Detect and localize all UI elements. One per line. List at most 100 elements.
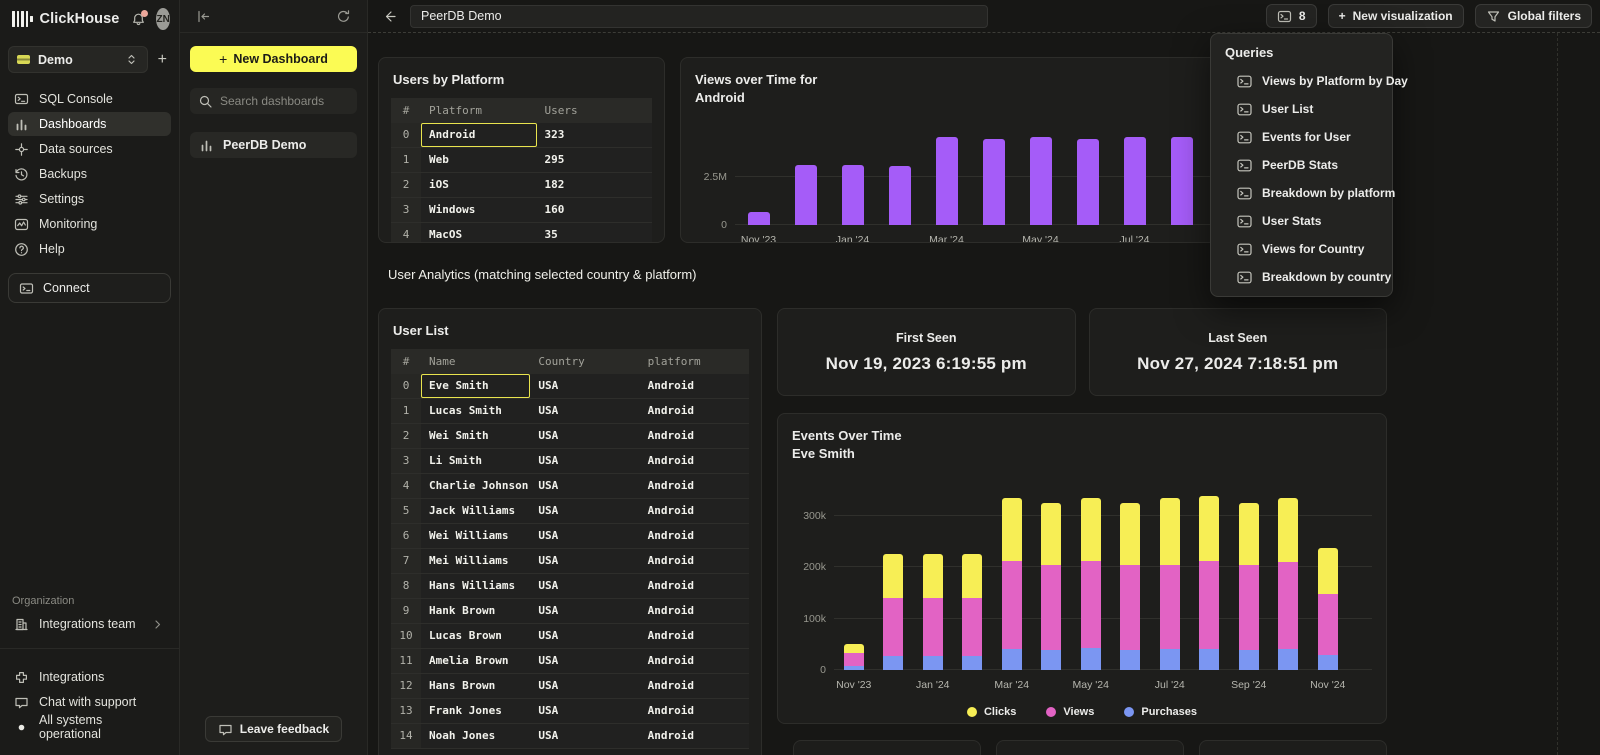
- table-cell[interactable]: Android: [640, 673, 749, 698]
- table-cell[interactable]: USA: [530, 623, 639, 648]
- clickhouse-logo[interactable]: ClickHouse: [12, 11, 119, 27]
- refresh-icon[interactable]: [334, 7, 353, 26]
- sidebar-item-data-sources[interactable]: Data sources: [8, 137, 171, 161]
- table-cell[interactable]: 1: [391, 147, 421, 172]
- queries-count-button[interactable]: 8: [1266, 4, 1317, 28]
- bar-Nov24[interactable]: [1318, 548, 1338, 670]
- leave-feedback-button[interactable]: Leave feedback: [205, 716, 342, 742]
- table-cell[interactable]: 9: [391, 598, 421, 623]
- query-item[interactable]: User Stats: [1211, 207, 1392, 235]
- bar-Nov23[interactable]: [748, 212, 770, 225]
- bar-May24[interactable]: [1030, 137, 1052, 225]
- table-cell[interactable]: 10: [391, 623, 421, 648]
- table-cell[interactable]: USA: [530, 473, 639, 498]
- table-cell[interactable]: 3: [391, 197, 421, 222]
- table-cell[interactable]: 323: [537, 123, 653, 148]
- table-cell[interactable]: 0: [391, 374, 421, 399]
- sidebar-item-backups[interactable]: Backups: [8, 162, 171, 186]
- table-cell[interactable]: Android: [640, 398, 749, 423]
- bar-Jun24[interactable]: [1120, 503, 1140, 670]
- bar-Mar24[interactable]: [936, 137, 958, 225]
- table-cell[interactable]: Lucas Smith: [421, 398, 530, 423]
- sidebar-item-sql-console[interactable]: SQL Console: [8, 87, 171, 111]
- table-cell[interactable]: USA: [530, 523, 639, 548]
- table-cell[interactable]: Android: [640, 573, 749, 598]
- table-cell[interactable]: Eve Smith: [421, 374, 530, 399]
- query-item[interactable]: Views for Country: [1211, 235, 1392, 263]
- legend-item-views[interactable]: Views: [1046, 706, 1094, 718]
- table-cell[interactable]: USA: [530, 398, 639, 423]
- user-avatar[interactable]: ZN: [156, 8, 169, 30]
- table-cell[interactable]: Lucas Brown: [421, 623, 530, 648]
- sidebar-footer-item-integrations[interactable]: Integrations: [8, 665, 171, 689]
- bar-Jan24[interactable]: [842, 165, 864, 225]
- query-item[interactable]: Breakdown by country: [1211, 263, 1392, 291]
- table-cell[interactable]: 13: [391, 698, 421, 723]
- table-cell[interactable]: Android: [640, 523, 749, 548]
- query-item[interactable]: Views by Platform by Day: [1211, 67, 1392, 95]
- new-dashboard-button[interactable]: + New Dashboard: [190, 46, 357, 72]
- bar-Mar24[interactable]: [1002, 498, 1022, 670]
- connect-button[interactable]: Connect: [8, 273, 171, 303]
- table-cell[interactable]: USA: [530, 423, 639, 448]
- table-cell[interactable]: USA: [530, 448, 639, 473]
- table-cell[interactable]: 8: [391, 573, 421, 598]
- back-button[interactable]: [380, 7, 399, 26]
- workspace-selector[interactable]: Demo: [8, 46, 148, 73]
- table-cell[interactable]: Jack Williams: [421, 498, 530, 523]
- table-cell[interactable]: 1: [391, 398, 421, 423]
- table-cell[interactable]: USA: [530, 698, 639, 723]
- table-cell[interactable]: 2: [391, 172, 421, 197]
- table-cell[interactable]: 2: [391, 423, 421, 448]
- table-cell[interactable]: Android: [640, 548, 749, 573]
- table-cell[interactable]: Li Smith: [421, 448, 530, 473]
- bar-Oct24[interactable]: [1278, 498, 1298, 670]
- new-visualization-button[interactable]: + New visualization: [1328, 4, 1464, 28]
- table-cell[interactable]: Wei Williams: [421, 523, 530, 548]
- table-cell[interactable]: Android: [640, 374, 749, 399]
- table-cell[interactable]: 182: [537, 172, 653, 197]
- sidebar-item-help[interactable]: Help: [8, 237, 171, 261]
- table-cell[interactable]: 11: [391, 648, 421, 673]
- table-cell[interactable]: iOS: [421, 172, 537, 197]
- bar-Dec23[interactable]: [883, 554, 903, 670]
- table-cell[interactable]: Hank Brown: [421, 598, 530, 623]
- table-cell[interactable]: Noah Jones: [421, 723, 530, 748]
- table-cell[interactable]: Amelia Brown: [421, 648, 530, 673]
- table-cell[interactable]: 160: [537, 197, 653, 222]
- table-cell[interactable]: 6: [391, 523, 421, 548]
- sidebar-item-dashboards[interactable]: Dashboards: [8, 112, 171, 136]
- table-cell[interactable]: Android: [640, 598, 749, 623]
- add-workspace-button[interactable]: +: [158, 52, 167, 68]
- table-cell[interactable]: 35: [537, 222, 653, 243]
- table-cell[interactable]: 7: [391, 548, 421, 573]
- legend-item-purchases[interactable]: Purchases: [1124, 706, 1197, 718]
- sidebar-footer-item-chat-with-support[interactable]: Chat with support: [8, 690, 171, 714]
- table-cell[interactable]: Mei Williams: [421, 548, 530, 573]
- search-dashboards-input[interactable]: [220, 94, 349, 108]
- sidebar-item-settings[interactable]: Settings: [8, 187, 171, 211]
- table-cell[interactable]: Hans Williams: [421, 573, 530, 598]
- sidebar-item-integrations-team[interactable]: Integrations team: [8, 612, 171, 636]
- table-cell[interactable]: Frank Jones: [421, 698, 530, 723]
- sidebar-item-monitoring[interactable]: Monitoring: [8, 212, 171, 236]
- legend-item-clicks[interactable]: Clicks: [967, 706, 1016, 718]
- table-cell[interactable]: USA: [530, 548, 639, 573]
- table-cell[interactable]: Android: [640, 423, 749, 448]
- bar-Sep24[interactable]: [1239, 503, 1259, 670]
- table-cell[interactable]: 5: [391, 498, 421, 523]
- table-cell[interactable]: USA: [530, 374, 639, 399]
- bar-Apr24[interactable]: [983, 139, 1005, 225]
- table-cell[interactable]: Android: [421, 123, 537, 148]
- bar-Feb24[interactable]: [962, 554, 982, 670]
- table-cell[interactable]: Android: [640, 723, 749, 748]
- bar-Feb24[interactable]: [889, 166, 911, 225]
- global-filters-button[interactable]: Global filters: [1475, 4, 1592, 28]
- table-cell[interactable]: 14: [391, 723, 421, 748]
- table-cell[interactable]: USA: [530, 648, 639, 673]
- query-item[interactable]: Breakdown by platform: [1211, 179, 1392, 207]
- bar-Apr24[interactable]: [1041, 503, 1061, 670]
- query-item[interactable]: User List: [1211, 95, 1392, 123]
- collapse-panel-icon[interactable]: [194, 7, 213, 26]
- table-cell[interactable]: USA: [530, 723, 639, 748]
